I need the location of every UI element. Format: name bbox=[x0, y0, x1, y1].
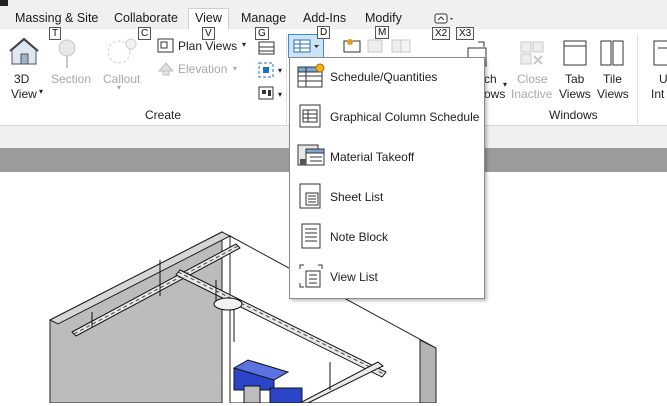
user-interface-label-line2[interactable]: Int bbox=[651, 87, 664, 101]
right-wall-face bbox=[419, 339, 437, 404]
switch-windows-label-line1[interactable]: ch bbox=[484, 72, 497, 86]
3d-view-dropdown-arrow[interactable]: ▾ bbox=[39, 87, 43, 96]
panel-separator bbox=[637, 34, 638, 124]
tab-collaborate[interactable]: Collaborate bbox=[114, 11, 178, 25]
scope-box-icon[interactable] bbox=[341, 36, 363, 54]
elevation-label: Elevation bbox=[178, 62, 228, 76]
3d-view-label-line1: 3D bbox=[14, 72, 30, 86]
menu-item-view-list[interactable]: View List bbox=[290, 258, 484, 296]
plan-views-icon[interactable] bbox=[157, 38, 175, 54]
menu-item-label: Schedule/Quantities bbox=[330, 70, 438, 84]
menu-item-note-block[interactable]: Note Block bbox=[290, 218, 484, 256]
tile-views-label-line2[interactable]: Views bbox=[597, 87, 629, 101]
wall-left-panel bbox=[49, 231, 223, 404]
user-interface-icon[interactable] bbox=[652, 38, 667, 68]
material-takeoff-icon bbox=[296, 141, 326, 171]
legends-icon bbox=[366, 38, 386, 54]
tab-add-ins[interactable]: Add-Ins bbox=[303, 11, 346, 25]
plan-views-dropdown-arrow[interactable]: ▾ bbox=[242, 40, 246, 49]
callout-label: Callout bbox=[103, 72, 141, 86]
tab-massing-site[interactable]: Massing & Site bbox=[15, 11, 98, 25]
schedule-quantities-icon bbox=[296, 61, 326, 91]
tile-views-label-line1[interactable]: Tile bbox=[603, 72, 622, 86]
tile-views-icon[interactable] bbox=[599, 38, 625, 68]
plan-views-label[interactable]: Plan Views bbox=[178, 39, 237, 53]
menu-item-graphical-column-schedule[interactable]: Graphical Column Schedule bbox=[290, 98, 484, 136]
switch-windows-dropdown-arrow[interactable]: ▾ bbox=[503, 80, 507, 89]
tab-manage[interactable]: Manage bbox=[241, 11, 286, 25]
keytip-schedules: D bbox=[317, 26, 331, 39]
keytip-section: T bbox=[49, 27, 62, 40]
menu-item-label: View List bbox=[330, 270, 378, 284]
view-list-icon bbox=[296, 261, 326, 291]
keytip-legends: M bbox=[375, 26, 390, 39]
menu-item-sheet-list[interactable]: Sheet List bbox=[290, 178, 484, 216]
ribbon-tab-bar: Massing & Site Collaborate View Manage A… bbox=[0, 0, 667, 31]
tab-views-icon[interactable] bbox=[562, 38, 588, 68]
duplicate-dropdown-arrow[interactable]: ▾ bbox=[278, 90, 282, 99]
graphical-column-schedule-icon bbox=[296, 101, 326, 131]
switch-windows-label-line2[interactable]: ows bbox=[484, 87, 505, 101]
menu-item-label: Note Block bbox=[330, 230, 389, 244]
keynote-legend-icon bbox=[390, 38, 412, 54]
sheet-list-icon bbox=[296, 181, 326, 211]
keytip-callout: C bbox=[138, 27, 152, 40]
tab-modify[interactable]: Modify bbox=[365, 11, 402, 25]
menu-item-material-takeoff[interactable]: Material Takeoff bbox=[290, 138, 484, 176]
menu-item-label: Sheet List bbox=[330, 190, 384, 204]
3d-view-label-line2[interactable]: View bbox=[11, 87, 37, 101]
elevation-dropdown-arrow: ▾ bbox=[233, 64, 238, 73]
section-icon[interactable] bbox=[56, 38, 78, 68]
quick-access-corner-icon bbox=[0, 0, 8, 6]
section-label: Section bbox=[51, 72, 92, 86]
close-inactive-label-line1: Close bbox=[517, 72, 548, 86]
menu-item-schedule-quantities[interactable]: Schedule/Quantities bbox=[290, 58, 484, 96]
callout-icon[interactable] bbox=[104, 36, 140, 66]
tab-views-label-line2[interactable]: Views bbox=[559, 87, 591, 101]
user-interface-label-line1[interactable]: U bbox=[659, 72, 667, 86]
panel-title-create: Create bbox=[145, 108, 182, 122]
duplicate-view-icon[interactable] bbox=[257, 85, 277, 101]
note-block-icon bbox=[296, 221, 326, 251]
keytip-plan-views: V bbox=[202, 27, 215, 40]
schedules-dropdown-menu: Schedule/Quantities Graphical Column Sch… bbox=[289, 57, 485, 299]
3d-view-house-icon[interactable] bbox=[8, 36, 40, 68]
elevation-icon[interactable] bbox=[157, 61, 175, 77]
drafting-view-icon[interactable] bbox=[257, 61, 277, 79]
callout-dropdown-arrow: ▾ bbox=[117, 83, 122, 92]
drafting-dropdown-arrow[interactable]: ▾ bbox=[278, 66, 282, 75]
close-inactive-icon bbox=[518, 38, 546, 68]
sheet-composition-icon[interactable] bbox=[257, 39, 277, 57]
close-inactive-label-line2: Inactive bbox=[511, 87, 553, 101]
panel-title-windows: Windows bbox=[549, 108, 598, 122]
keytip-switch-windows: X2 bbox=[432, 27, 451, 40]
menu-item-label: Material Takeoff bbox=[330, 150, 415, 164]
panel-separator bbox=[286, 34, 287, 124]
menu-item-label: Graphical Column Schedule bbox=[330, 110, 480, 124]
tab-views-label-line1[interactable]: Tab bbox=[565, 72, 584, 86]
ribbon-options-icon[interactable] bbox=[434, 13, 456, 25]
